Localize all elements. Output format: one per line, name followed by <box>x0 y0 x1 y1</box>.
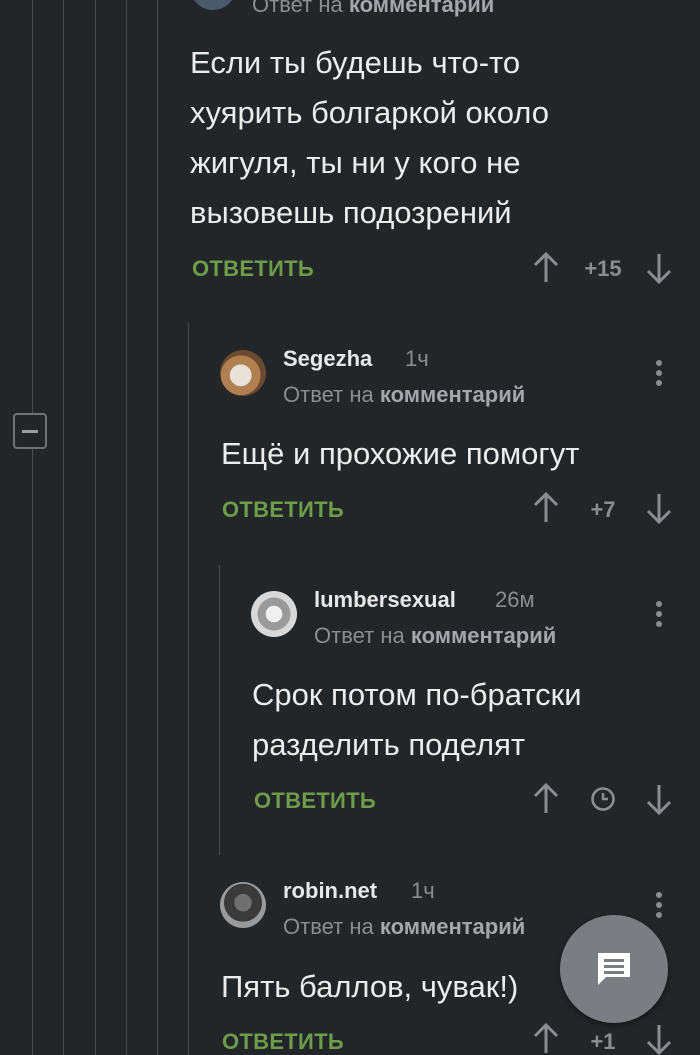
reply-button[interactable]: ОТВЕТИТЬ <box>222 497 344 523</box>
downvote-arrow-icon[interactable] <box>645 783 673 815</box>
thread-line <box>126 0 127 1055</box>
author-name[interactable]: lumbersexual <box>314 587 456 613</box>
upvote-arrow-icon[interactable] <box>532 492 560 524</box>
downvote-arrow-icon[interactable] <box>645 1023 673 1055</box>
upvote-arrow-icon[interactable] <box>532 783 560 815</box>
reply-button[interactable]: ОТВЕТИТЬ <box>254 788 376 814</box>
thread-line <box>32 0 33 1055</box>
avatar[interactable] <box>251 591 297 637</box>
comment-time: 26м <box>495 587 535 612</box>
reply-to-text: Ответ на комментарий <box>283 914 526 939</box>
reply-button[interactable]: ОТВЕТИТЬ <box>222 1029 344 1055</box>
comment-text: Если ты будешь что-то хуярить болгаркой … <box>190 45 549 230</box>
reply-to-link[interactable]: комментарий <box>411 623 556 648</box>
more-options-icon[interactable] <box>654 601 664 631</box>
comment-time: 1ч <box>411 878 435 903</box>
reply-button[interactable]: ОТВЕТИТЬ <box>192 256 314 282</box>
comment-text: Пять баллов, чувак!) <box>221 969 519 1004</box>
score: +1 <box>590 1029 616 1054</box>
comment-text: Срок потом по-братски разделить поделят <box>252 677 582 762</box>
avatar[interactable] <box>220 882 266 928</box>
more-options-icon[interactable] <box>654 360 664 390</box>
more-options-icon[interactable] <box>654 892 664 922</box>
score: +15 <box>584 256 622 281</box>
new-comment-button[interactable] <box>560 915 668 1023</box>
reply-to-link[interactable]: комментарий <box>380 914 525 939</box>
score: +7 <box>590 497 616 522</box>
thread-line <box>219 565 220 855</box>
comment-text: Ещё и прохожие помогут <box>221 436 580 471</box>
comment-time: 1ч <box>405 346 429 371</box>
avatar[interactable] <box>220 350 266 396</box>
author-name[interactable]: robin.net <box>283 878 377 904</box>
minus-icon <box>22 429 38 433</box>
reply-to-text: Ответ на комментарий <box>283 382 526 407</box>
reply-to-link[interactable]: комментарий <box>380 382 525 407</box>
downvote-arrow-icon[interactable] <box>645 252 673 284</box>
upvote-arrow-icon[interactable] <box>532 1023 560 1055</box>
reply-to-text: Ответ на комментарий <box>314 623 557 648</box>
thread-line <box>188 323 189 1055</box>
avatar[interactable] <box>190 0 236 10</box>
collapse-thread-button[interactable] <box>13 413 47 449</box>
upvote-arrow-icon[interactable] <box>532 252 560 284</box>
thread-line <box>157 0 158 1055</box>
thread-line <box>95 0 96 1055</box>
clock-icon <box>589 783 617 815</box>
downvote-arrow-icon[interactable] <box>645 492 673 524</box>
author-name[interactable]: Segezha <box>283 346 372 372</box>
comment-icon <box>598 953 630 985</box>
reply-to-link[interactable]: комментарий <box>349 0 494 17</box>
thread-line <box>63 0 64 1055</box>
reply-to-text: Ответ на комментарий <box>252 0 494 18</box>
